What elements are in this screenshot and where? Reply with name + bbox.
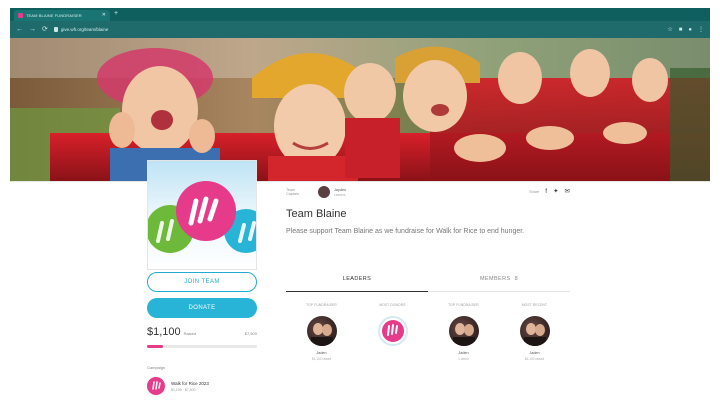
leader-avatar bbox=[377, 316, 408, 346]
hero-divider bbox=[10, 181, 710, 182]
join-team-button[interactable]: JOIN TEAM bbox=[147, 272, 257, 292]
leader-card[interactable]: MOST RECENT Jaden $1,100 raised bbox=[503, 303, 567, 383]
goal-amount: $7,500 bbox=[244, 331, 257, 336]
captain-avatar[interactable] bbox=[318, 186, 330, 198]
team-captain-row: Team Captain Jayden Leaders Share f ✦ ✉ bbox=[286, 184, 570, 200]
team-description: Please support Team Blaine as we fundrai… bbox=[286, 228, 525, 235]
raised-amount: $1,100 bbox=[147, 326, 181, 338]
campaign-name: Walk for Rice 2023 bbox=[171, 380, 209, 386]
leader-name: Jaden bbox=[316, 351, 327, 355]
leader-category-label: TOP FUNDRAISER bbox=[306, 303, 337, 307]
leader-avatar bbox=[519, 316, 550, 346]
profile-icon[interactable]: ● bbox=[688, 27, 692, 33]
leader-card[interactable]: TOP FUNDRAISER Jaden $1,100 raised bbox=[290, 303, 354, 383]
hero-banner-image bbox=[10, 38, 710, 181]
leader-name: Jaden bbox=[458, 351, 469, 355]
leader-amount: 1 donor bbox=[458, 357, 469, 361]
leader-card[interactable]: MOST DONORS bbox=[361, 303, 425, 383]
url-field[interactable]: give.wfr.org/team/blaine bbox=[53, 24, 661, 35]
bookmark-star-icon[interactable]: ☆ bbox=[667, 27, 672, 33]
favicon-icon bbox=[18, 13, 23, 18]
email-icon[interactable]: ✉ bbox=[565, 188, 570, 196]
leader-amount: $1,100 raised bbox=[311, 357, 332, 361]
leader-category-label: TOP FUNDRAISER bbox=[448, 303, 479, 307]
leader-amount: $1,100 raised bbox=[524, 357, 545, 361]
team-logo bbox=[148, 181, 256, 253]
menu-icon[interactable]: ⋮ bbox=[698, 27, 704, 33]
page-viewport: JOIN TEAM DONATE $1,100 Raised $7,500 Ca… bbox=[10, 38, 710, 400]
new-tab-icon[interactable]: + bbox=[114, 10, 118, 17]
forward-icon[interactable]: → bbox=[29, 26, 36, 33]
team-tabs: LEADERS MEMBERS 8 bbox=[286, 266, 570, 292]
leader-category-label: MOST RECENT bbox=[521, 303, 548, 307]
page-title: Team Blaine bbox=[286, 208, 347, 220]
address-bar: ← → ⟳ give.wfr.org/team/blaine ☆ ■ ● ⋮ bbox=[10, 21, 710, 38]
twitter-icon[interactable]: ✦ bbox=[553, 188, 558, 196]
campaign-link[interactable]: Walk for Rice 2023 $1,100 · $7,500 bbox=[147, 376, 257, 396]
donate-button[interactable]: DONATE bbox=[147, 298, 257, 318]
tab-leaders-label: LEADERS bbox=[342, 275, 372, 282]
leader-name: Jaden bbox=[529, 351, 540, 355]
browser-tab[interactable]: TEAM BLAINE FUNDRAISER ✕ bbox=[14, 10, 110, 21]
share-group: Share f ✦ ✉ bbox=[529, 188, 570, 196]
share-label: Share bbox=[529, 190, 540, 194]
raised-label: Raised bbox=[183, 331, 197, 336]
team-avatar-card bbox=[147, 160, 257, 270]
leader-avatar bbox=[306, 316, 337, 346]
url-text: give.wfr.org/team/blaine bbox=[60, 27, 109, 32]
leader-avatar bbox=[448, 316, 479, 346]
browser-tab-bar: TEAM BLAINE FUNDRAISER ✕ + bbox=[10, 8, 710, 21]
tab-members[interactable]: MEMBERS 8 bbox=[428, 266, 570, 291]
hero-photo bbox=[10, 38, 710, 181]
lock-icon bbox=[53, 27, 58, 32]
tab-leaders[interactable]: LEADERS bbox=[286, 266, 428, 292]
back-icon[interactable]: ← bbox=[16, 26, 23, 33]
captain-label: Team Captain bbox=[286, 188, 300, 196]
facebook-icon[interactable]: f bbox=[545, 188, 547, 196]
campaign-logo-icon bbox=[147, 377, 165, 395]
browser-tab-title: TEAM BLAINE FUNDRAISER bbox=[26, 13, 82, 18]
leader-card[interactable]: TOP FUNDRAISER Jaden 1 donor bbox=[432, 303, 496, 383]
browser-toolbar-icons: ☆ ■ ● ⋮ bbox=[667, 27, 704, 33]
captain-name[interactable]: Jayden bbox=[334, 188, 346, 192]
campaign-subtext: $1,100 · $7,500 bbox=[171, 387, 196, 392]
campaign-heading: Campaign bbox=[147, 365, 166, 370]
tab-members-count: 8 bbox=[514, 275, 519, 282]
fundraising-progress-bar bbox=[147, 345, 257, 348]
leader-category-label: MOST DONORS bbox=[379, 303, 406, 307]
tab-members-label: MEMBERS bbox=[479, 275, 511, 282]
raised-summary: $1,100 Raised $7,500 bbox=[147, 326, 257, 340]
extensions-icon[interactable]: ■ bbox=[679, 27, 683, 33]
leaders-list: TOP FUNDRAISER Jaden $1,100 raised MOST … bbox=[286, 303, 570, 383]
fundraising-progress-fill bbox=[147, 345, 164, 348]
reload-icon[interactable]: ⟳ bbox=[42, 26, 48, 33]
captain-subtext: Leaders bbox=[334, 192, 346, 197]
close-tab-icon[interactable]: ✕ bbox=[102, 13, 106, 18]
